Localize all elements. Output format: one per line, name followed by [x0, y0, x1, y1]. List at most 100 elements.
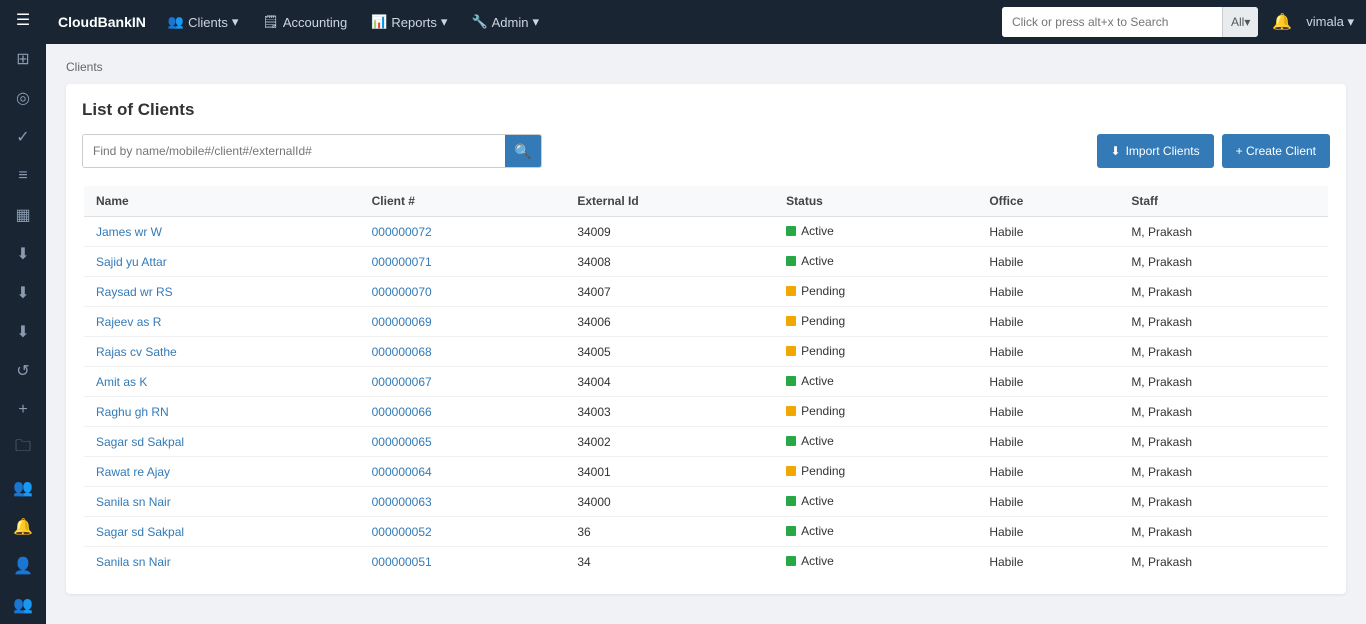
sidebar-icon-check[interactable]: ✓ — [0, 117, 46, 156]
cell-name[interactable]: Rajas cv Sathe — [83, 337, 360, 367]
client-name-link[interactable]: James wr W — [96, 225, 162, 239]
global-search-input[interactable] — [1002, 7, 1222, 37]
status-dot — [786, 226, 796, 236]
cell-office: Habile — [977, 517, 1119, 547]
sidebar-icon-users[interactable]: 👥 — [0, 585, 46, 624]
sidebar-icon-group[interactable]: 👥 — [0, 468, 46, 507]
client-name-link[interactable]: Rajas cv Sathe — [96, 345, 177, 359]
cell-name[interactable]: James wr W — [83, 217, 360, 247]
cell-client-num[interactable]: 000000069 — [360, 307, 566, 337]
import-clients-button[interactable]: ⬇ Import Clients — [1097, 134, 1214, 168]
client-name-link[interactable]: Rajeev as R — [96, 315, 161, 329]
client-search-button[interactable]: 🔍 — [505, 134, 541, 168]
sidebar-icon-download3[interactable]: ⬇ — [0, 312, 46, 351]
client-name-link[interactable]: Amit as K — [96, 375, 147, 389]
client-name-link[interactable]: Sagar sd Sakpal — [96, 435, 184, 449]
table-header-row: Name Client # External Id Status Office … — [83, 185, 1329, 217]
status-dot — [786, 286, 796, 296]
cell-client-num[interactable]: 000000051 — [360, 547, 566, 578]
cell-client-num[interactable]: 000000070 — [360, 277, 566, 307]
cell-office: Habile — [977, 277, 1119, 307]
cell-staff: M, Prakash — [1119, 367, 1329, 397]
status-label: Active — [801, 224, 834, 238]
sidebar-icon-dashboard[interactable]: ⊞ — [0, 39, 46, 78]
status-badge: Pending — [786, 314, 845, 328]
nav-item-clients[interactable]: 👥 Clients ▾ — [158, 10, 248, 34]
cell-client-num[interactable]: 000000072 — [360, 217, 566, 247]
admin-dropdown-icon: ▾ — [533, 14, 540, 30]
cell-status: Active — [774, 367, 977, 397]
cell-name[interactable]: Sanila sn Nair — [83, 547, 360, 578]
sidebar-icon-download1[interactable]: ⬇ — [0, 234, 46, 273]
client-name-link[interactable]: Raysad wr RS — [96, 285, 173, 299]
nav-item-admin[interactable]: 🔧 Admin ▾ — [461, 10, 549, 34]
table-row: Rajeev as R 000000069 34006 Pending Habi… — [83, 307, 1329, 337]
clients-table: Name Client # External Id Status Office … — [82, 184, 1330, 578]
client-name-link[interactable]: Sagar sd Sakpal — [96, 525, 184, 539]
nav-item-reports[interactable]: 📊 Reports ▾ — [361, 10, 457, 34]
cell-name[interactable]: Raghu gh RN — [83, 397, 360, 427]
cell-external-id: 34002 — [565, 427, 774, 457]
sidebar-icon-plus[interactable]: + — [0, 390, 46, 429]
cell-name[interactable]: Sajid yu Attar — [83, 247, 360, 277]
cell-external-id: 34004 — [565, 367, 774, 397]
sidebar: ☰ ⊞ ◎ ✓ ≡ ▦ ⬇ ⬇ ⬇ ↺ + 🗀 👥 🔔 👤 👥 — [0, 0, 46, 624]
nav-item-accounting[interactable]: 🗒 Accounting — [252, 10, 357, 34]
cell-client-num[interactable]: 000000066 — [360, 397, 566, 427]
client-name-link[interactable]: Sajid yu Attar — [96, 255, 167, 269]
cell-name[interactable]: Raysad wr RS — [83, 277, 360, 307]
status-label: Pending — [801, 464, 845, 478]
cell-client-num[interactable]: 000000071 — [360, 247, 566, 277]
client-name-link[interactable]: Raghu gh RN — [96, 405, 169, 419]
status-badge: Active — [786, 554, 834, 568]
cell-external-id: 34008 — [565, 247, 774, 277]
status-dot — [786, 406, 796, 416]
create-client-button[interactable]: + Create Client — [1222, 134, 1330, 168]
client-name-link[interactable]: Rawat re Ajay — [96, 465, 170, 479]
client-search-input[interactable] — [83, 134, 505, 168]
status-dot — [786, 376, 796, 386]
cell-client-num[interactable]: 000000068 — [360, 337, 566, 367]
app-brand[interactable]: CloudBankIN — [58, 14, 146, 30]
search-filter-dropdown[interactable]: All ▾ — [1222, 7, 1258, 37]
sidebar-icon-grid[interactable]: ▦ — [0, 195, 46, 234]
cell-client-num[interactable]: 000000067 — [360, 367, 566, 397]
cell-name[interactable]: Amit as K — [83, 367, 360, 397]
sidebar-icon-refresh[interactable]: ↺ — [0, 351, 46, 390]
main-area: CloudBankIN 👥 Clients ▾ 🗒 Accounting 📊 R… — [46, 0, 1366, 624]
sidebar-icon-menu[interactable]: ☰ — [0, 0, 46, 39]
cell-external-id: 34 — [565, 547, 774, 578]
cell-name[interactable]: Sagar sd Sakpal — [83, 517, 360, 547]
cell-staff: M, Prakash — [1119, 307, 1329, 337]
cell-name[interactable]: Sagar sd Sakpal — [83, 427, 360, 457]
cell-status: Active — [774, 487, 977, 517]
cell-external-id: 34003 — [565, 397, 774, 427]
cell-client-num[interactable]: 000000063 — [360, 487, 566, 517]
table-row: Sajid yu Attar 000000071 34008 Active Ha… — [83, 247, 1329, 277]
sidebar-icon-folder[interactable]: 🗀 — [0, 429, 46, 468]
cell-client-num[interactable]: 000000064 — [360, 457, 566, 487]
cell-name[interactable]: Rawat re Ajay — [83, 457, 360, 487]
table-row: Rajas cv Sathe 000000068 34005 Pending H… — [83, 337, 1329, 367]
client-name-link[interactable]: Sanila sn Nair — [96, 555, 171, 569]
cell-client-num[interactable]: 000000052 — [360, 517, 566, 547]
sidebar-icon-download2[interactable]: ⬇ — [0, 273, 46, 312]
cell-name[interactable]: Rajeev as R — [83, 307, 360, 337]
sidebar-icon-list[interactable]: ≡ — [0, 156, 46, 195]
notification-bell-icon[interactable]: 🔔 — [1272, 12, 1292, 32]
cell-status: Active — [774, 217, 977, 247]
user-menu[interactable]: vimala ▾ — [1306, 14, 1354, 30]
sidebar-icon-bell[interactable]: 🔔 — [0, 507, 46, 546]
cell-client-num[interactable]: 000000065 — [360, 427, 566, 457]
client-name-link[interactable]: Sanila sn Nair — [96, 495, 171, 509]
sidebar-icon-add-user[interactable]: 👤 — [0, 546, 46, 585]
cell-name[interactable]: Sanila sn Nair — [83, 487, 360, 517]
status-dot — [786, 526, 796, 536]
import-icon: ⬇ — [1111, 144, 1121, 158]
status-badge: Active — [786, 494, 834, 508]
sidebar-icon-location[interactable]: ◎ — [0, 78, 46, 117]
status-dot — [786, 316, 796, 326]
col-external-id: External Id — [565, 185, 774, 217]
cell-staff: M, Prakash — [1119, 337, 1329, 367]
toolbar: 🔍 ⬇ Import Clients + Create Client — [82, 134, 1330, 168]
